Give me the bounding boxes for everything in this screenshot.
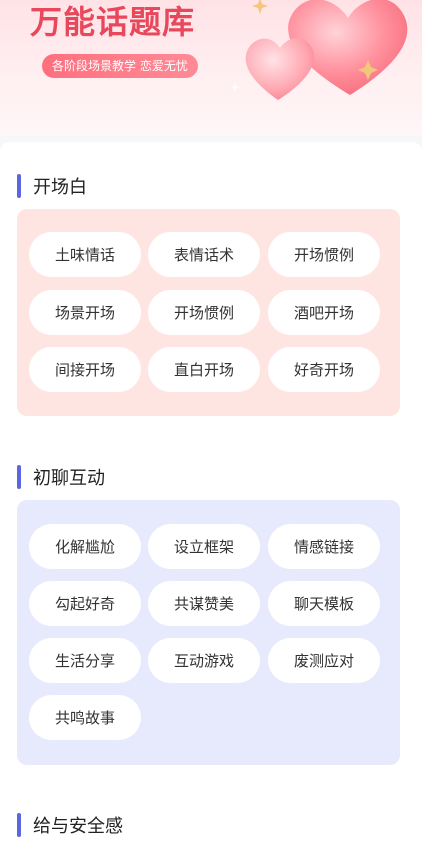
topic-chip[interactable]: 好奇开场 [268,347,380,392]
section-title: 给与安全感 [33,816,123,837]
topic-chip[interactable]: 生活分享 [29,638,141,683]
topic-chip[interactable]: 表情话术 [148,232,260,277]
panel-initial-chat: 化解尴尬 设立框架 情感链接 勾起好奇 共谋赞美 聊天模板 生活分享 互动游戏 … [17,500,400,765]
header-banner: 万能话题库 各阶段场景教学 恋爱无忧 [0,0,422,136]
banner-title: 万能话题库 [30,3,196,41]
section-title: 开场白 [33,177,87,198]
section-accent-bar [17,465,21,489]
topic-chip[interactable]: 共谋赞美 [148,581,260,626]
heart-icon [230,0,408,100]
topic-chip[interactable]: 互动游戏 [148,638,260,683]
topic-chip[interactable]: 土味情话 [29,232,141,277]
topic-chip[interactable]: 共鸣故事 [29,695,141,740]
topic-chip[interactable]: 直白开场 [148,347,260,392]
topic-chip[interactable]: 酒吧开场 [268,290,380,335]
topic-chip[interactable]: 聊天模板 [268,581,380,626]
topic-content: 开场白 土味情话 表情话术 开场惯例 场景开场 开场惯例 酒吧开场 间接开场 直… [0,142,422,844]
section-title: 初聊互动 [33,468,105,489]
section-header-security: 给与安全感 [17,813,123,837]
panel-opening: 土味情话 表情话术 开场惯例 场景开场 开场惯例 酒吧开场 间接开场 直白开场 … [17,209,400,416]
topic-chip[interactable]: 废测应对 [268,638,380,683]
banner-tagline: 各阶段场景教学 恋爱无忧 [42,54,198,78]
topic-chip[interactable]: 勾起好奇 [29,581,141,626]
section-header-opening: 开场白 [17,174,87,198]
topic-chip[interactable]: 化解尴尬 [29,524,141,569]
section-accent-bar [17,813,21,837]
topic-chip[interactable]: 开场惯例 [268,232,380,277]
topic-chip[interactable]: 开场惯例 [148,290,260,335]
topic-chip[interactable]: 场景开场 [29,290,141,335]
section-header-initial-chat: 初聊互动 [17,465,105,489]
topic-chip[interactable]: 间接开场 [29,347,141,392]
topic-chip[interactable]: 情感链接 [268,524,380,569]
topic-chip[interactable]: 设立框架 [148,524,260,569]
section-accent-bar [17,174,21,198]
